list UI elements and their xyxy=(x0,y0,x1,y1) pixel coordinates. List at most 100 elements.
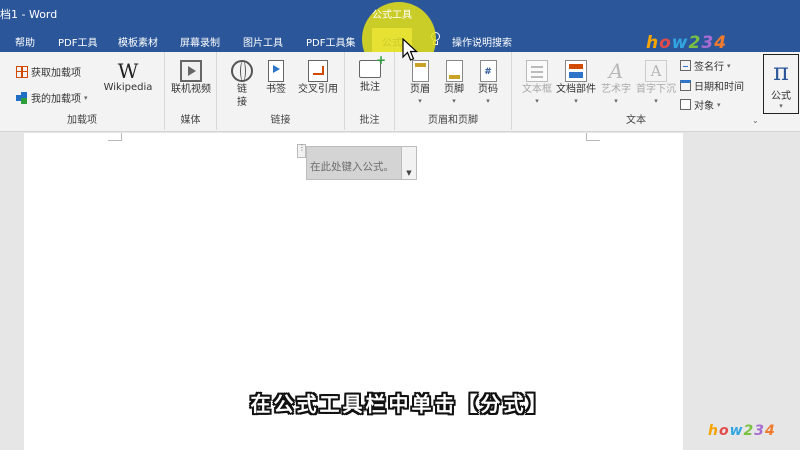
globe-link-icon xyxy=(231,60,253,82)
margin-corner-right xyxy=(586,133,600,141)
page-number-icon: # xyxy=(479,60,497,82)
signature-line-button[interactable]: 签名行 ▾ xyxy=(680,58,731,73)
text-box-icon xyxy=(526,60,548,82)
group-label-header-footer: 页眉和页脚 xyxy=(428,115,478,126)
header-button[interactable]: 页眉 ▾ xyxy=(405,60,435,105)
group-header-footer: 页眉 ▾ 页脚 ▾ # 页码 ▾ 页眉和页脚 xyxy=(395,52,512,130)
tab-templates[interactable]: 模板素材 xyxy=(118,34,158,49)
chevron-down-icon: ▾ xyxy=(614,96,618,105)
mouse-pointer-icon xyxy=(402,38,418,61)
chevron-down-icon: ▾ xyxy=(574,96,578,105)
wordart-icon: A xyxy=(608,59,624,83)
header-icon xyxy=(411,60,429,82)
wordart-label: 艺术字 xyxy=(601,84,631,95)
wikipedia-icon: W xyxy=(117,59,139,83)
quick-parts-icon xyxy=(565,60,587,82)
watermark-logo-bottom: how234 xyxy=(708,423,776,439)
group-label-text: 文本 xyxy=(626,115,646,126)
tutorial-subtitle: 在公式工具栏中单击【分式】 xyxy=(250,392,550,416)
group-addins: 获取加载项 我的加载项 ▾ W Wikipedia 加载项 xyxy=(0,52,165,130)
group-comments: 批注 批注 xyxy=(345,52,395,130)
wordart-button[interactable]: A 艺术字 ▾ xyxy=(598,60,634,105)
page-number-label: 页码 xyxy=(478,84,498,95)
drop-cap-icon: A xyxy=(645,60,667,82)
footer-button[interactable]: 页脚 ▾ xyxy=(439,60,469,105)
page-number-button[interactable]: # 页码 ▾ xyxy=(473,60,503,105)
bookmark-label: 书签 xyxy=(266,84,286,95)
document-title: 档1 - Word xyxy=(0,8,58,21)
chevron-down-icon: ▾ xyxy=(486,96,490,105)
video-icon xyxy=(180,60,202,82)
online-video-button[interactable]: 联机视频 xyxy=(168,60,214,97)
tab-picture-tools[interactable]: 图片工具 xyxy=(243,34,283,49)
chevron-down-icon: ▾ xyxy=(418,96,422,105)
addins-icon xyxy=(16,91,28,104)
my-addins-label: 我的加载项 xyxy=(31,94,81,105)
text-box-button[interactable]: 文本框 ▾ xyxy=(518,60,556,105)
group-text: 文本框 ▾ 文档部件 ▾ A 艺术字 ▾ A 首字下沉 ▾ 签名行 ▾ 日期和时… xyxy=(512,52,760,130)
object-button[interactable]: 对象 ▾ xyxy=(680,97,721,112)
header-label: 页眉 xyxy=(410,84,430,95)
comment-icon xyxy=(359,53,386,78)
tab-help[interactable]: 帮助 xyxy=(15,34,35,49)
drop-cap-label: 首字下沉 xyxy=(636,84,676,95)
pi-icon: π xyxy=(773,58,789,86)
chevron-down-icon: ▾ xyxy=(727,61,731,70)
date-time-button[interactable]: 日期和时间 xyxy=(680,78,744,93)
bookmark-icon xyxy=(268,60,284,82)
tab-screen-record[interactable]: 屏幕录制 xyxy=(180,34,220,49)
watermark-logo-top: how234 xyxy=(646,33,728,53)
text-box-label: 文本框 xyxy=(522,84,552,95)
cross-reference-label: 交叉引用 xyxy=(298,84,338,95)
comment-label: 批注 xyxy=(360,82,380,93)
chevron-down-icon: ▾ xyxy=(654,96,658,105)
chevron-down-icon: ▾ xyxy=(452,96,456,105)
link-button[interactable]: 链 接 xyxy=(225,60,259,109)
wikipedia-button[interactable]: W Wikipedia xyxy=(102,60,154,95)
online-video-label: 联机视频 xyxy=(171,84,211,95)
chevron-down-icon: ▾ xyxy=(717,100,721,109)
margin-corner-left xyxy=(108,133,122,141)
my-addins-button[interactable]: 我的加载项 ▾ xyxy=(16,90,88,105)
link-label-1: 链 xyxy=(237,84,247,95)
group-label-links: 链接 xyxy=(270,115,291,126)
footer-icon xyxy=(445,60,463,82)
ribbon: 获取加载项 我的加载项 ▾ W Wikipedia 加载项 联机视频 媒体 链 … xyxy=(0,52,800,132)
group-media: 联机视频 媒体 xyxy=(165,52,217,130)
chevron-down-icon: ▼ xyxy=(406,169,412,177)
footer-label: 页脚 xyxy=(444,84,464,95)
cross-reference-button[interactable]: 交叉引用 xyxy=(293,60,343,97)
store-icon xyxy=(16,65,28,78)
equation-button[interactable]: π 公式 ▾ xyxy=(763,54,799,114)
chevron-down-icon: ▾ xyxy=(84,93,88,102)
chevron-down-icon: ▾ xyxy=(779,102,783,110)
get-addins-button[interactable]: 获取加载项 xyxy=(16,64,81,79)
chevron-down-icon: ▾ xyxy=(535,96,539,105)
object-icon xyxy=(680,99,691,110)
comment-button[interactable]: 批注 xyxy=(351,53,389,95)
bookmark-button[interactable]: 书签 xyxy=(261,60,291,97)
drop-cap-button[interactable]: A 首字下沉 ▾ xyxy=(634,60,678,105)
equation-label: 公式 xyxy=(771,91,791,102)
equation-input-box[interactable]: 在此处键入公式。 xyxy=(306,146,402,180)
tab-pdf-tools[interactable]: PDF工具 xyxy=(58,34,97,49)
signature-icon xyxy=(680,60,691,71)
link-label-2: 接 xyxy=(237,96,247,108)
tab-pdf-toolset[interactable]: PDF工具集 xyxy=(306,34,355,49)
equation-options-dropdown[interactable]: ▼ xyxy=(402,146,417,180)
calendar-icon xyxy=(680,80,691,91)
tell-me-search[interactable]: 操作说明搜索 xyxy=(452,34,512,49)
get-addins-label: 获取加载项 xyxy=(31,68,81,79)
quick-parts-label: 文档部件 xyxy=(556,84,596,95)
group-label-comments: 批注 xyxy=(359,115,380,126)
object-label: 对象 xyxy=(694,101,714,112)
equation-move-handle[interactable]: ⋮ xyxy=(297,144,306,158)
quick-parts-button[interactable]: 文档部件 ▾ xyxy=(556,60,596,105)
context-tab-title: 公式工具 xyxy=(372,10,412,21)
equation-placeholder: 在此处键入公式。 xyxy=(310,161,394,173)
wikipedia-label: Wikipedia xyxy=(103,82,153,93)
signature-line-label: 签名行 xyxy=(694,62,724,73)
dialog-launcher-icon[interactable]: ⌄ xyxy=(752,116,762,126)
group-label-media: 媒体 xyxy=(180,115,201,126)
group-links: 链 接 书签 交叉引用 链接 xyxy=(217,52,345,130)
